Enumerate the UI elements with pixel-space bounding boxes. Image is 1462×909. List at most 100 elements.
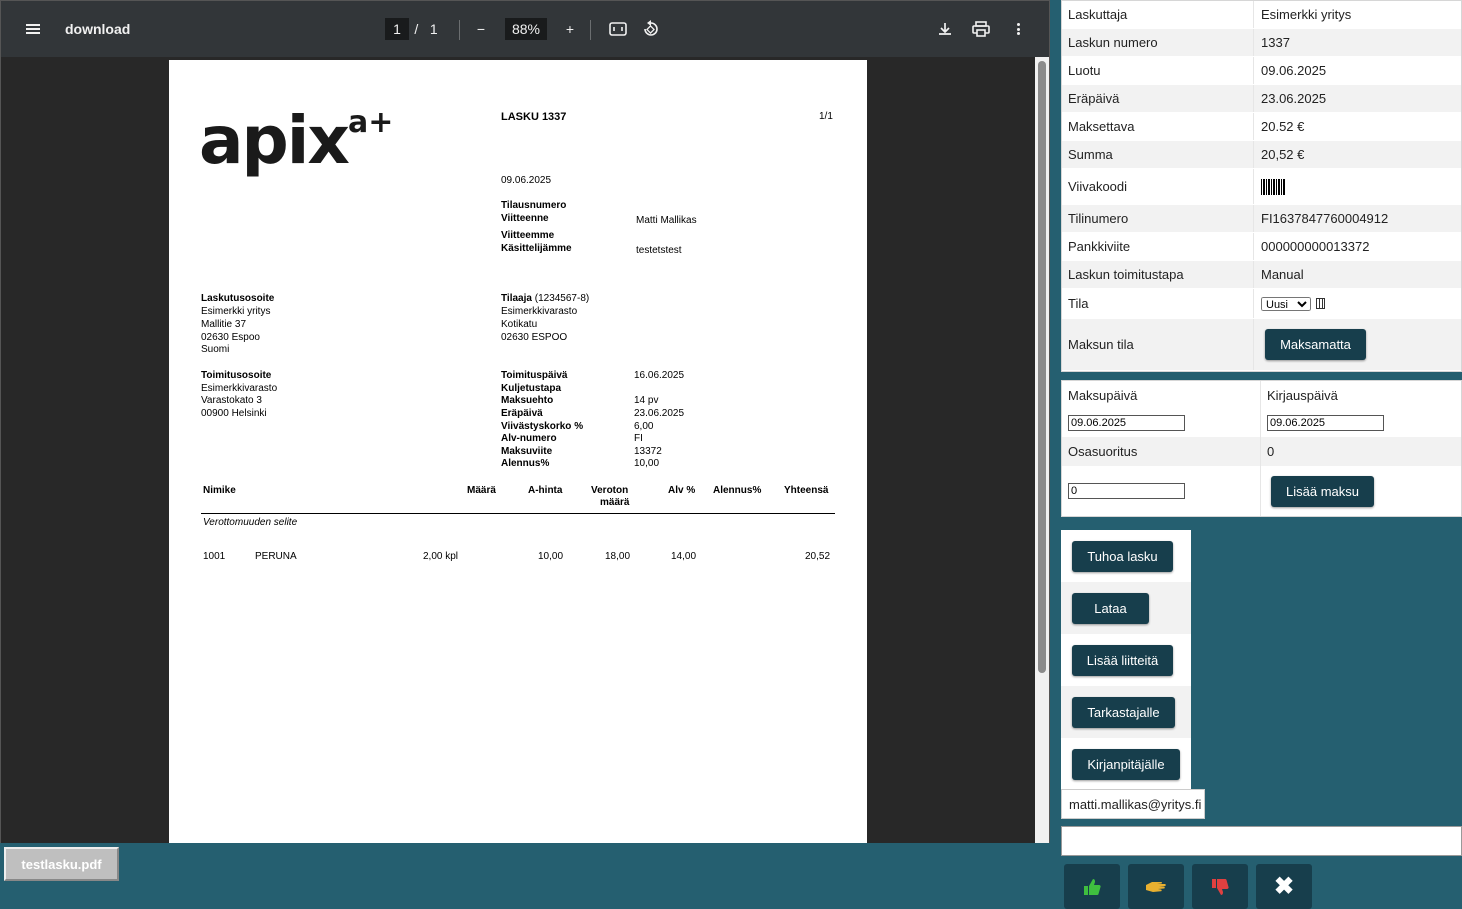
term-value: 14 pv <box>634 395 659 406</box>
payment-date-cell <box>1062 409 1261 437</box>
row-unit-price: 10,00 <box>538 551 564 562</box>
term-value: 6,00 <box>634 421 654 432</box>
page-count: / 1 <box>414 21 438 37</box>
partial-payment-label: Osasuoritus <box>1062 437 1261 466</box>
orderer-line: Esimerkkivarasto <box>501 306 578 317</box>
toolbar-divider <box>459 20 460 40</box>
delegate-button[interactable] <box>1128 864 1184 909</box>
orderer-label: Tilaaja (1234567-8) <box>501 293 590 304</box>
col-header-quantity: Määrä <box>467 485 496 496</box>
info-row: Eräpäivä 23.06.2025 <box>1062 85 1461 113</box>
add-attachments-button[interactable]: Lisää liitteitä <box>1072 644 1173 676</box>
delivery-address-label: Toimitusosoite <box>201 370 272 381</box>
billing-address-label: Laskutusosoite <box>201 293 275 304</box>
reject-button[interactable] <box>1192 864 1248 909</box>
apix-logo: apixa+ <box>199 102 394 179</box>
row-total: 20,52 <box>805 551 831 562</box>
add-payment-button[interactable]: Lisää maksu <box>1271 475 1374 507</box>
term-label: Maksuviite <box>501 446 553 457</box>
info-row: Laskun numero 1337 <box>1062 29 1461 57</box>
payment-date-input[interactable] <box>1068 415 1185 431</box>
file-tab-button[interactable]: testlasku.pdf <box>4 847 119 881</box>
billing-line: Mallitie 37 <box>201 319 247 330</box>
payment-amount-input[interactable] <box>1068 483 1185 499</box>
pdf-viewer: download 1 / 1 − 88% + apixa+ LASKU 1337… <box>0 0 1050 843</box>
close-icon: ✖ <box>1273 873 1295 900</box>
term-label: Maksuehto <box>501 395 554 406</box>
page-indicator: 1/1 <box>819 111 833 122</box>
term-label: Alv-numero <box>501 433 557 444</box>
partial-payment-row: Osasuoritus 0 <box>1062 437 1461 466</box>
col-header-item: Nimike <box>203 485 236 496</box>
booking-date-input[interactable] <box>1267 415 1384 431</box>
close-button[interactable]: ✖ <box>1256 864 1312 909</box>
zoom-out-button[interactable]: − <box>469 1 493 57</box>
amount-cell <box>1062 466 1261 516</box>
order-number-label: Tilausnumero <box>501 200 567 211</box>
col-header-unit-price: A-hinta <box>528 485 563 496</box>
row-name: PERUNA <box>255 551 297 562</box>
billing-line: Suomi <box>201 344 230 355</box>
billing-line: 02630 Espoo <box>201 332 260 343</box>
comment-textarea[interactable] <box>1061 826 1462 856</box>
info-row: Maksettava 20.52 € <box>1062 113 1461 141</box>
row-net: 18,00 <box>605 551 631 562</box>
orderer-line: Kotikatu <box>501 319 538 330</box>
action-row: Lataa <box>1061 582 1191 634</box>
payment-status-cell: Maksamatta <box>1254 319 1461 370</box>
menu-icon[interactable] <box>17 1 49 57</box>
barcode-icon[interactable] <box>1261 178 1285 195</box>
pdf-scrollbar[interactable] <box>1035 57 1049 843</box>
invoice-date: 09.06.2025 <box>501 175 552 186</box>
booking-date-cell <box>1261 409 1461 437</box>
zoom-in-button[interactable]: + <box>558 1 582 57</box>
orderer-line: 02630 ESPOO <box>501 332 568 343</box>
hand-icon <box>1146 881 1166 892</box>
info-row: Tila Uusi <box>1062 289 1461 319</box>
col-header-vat: Alv % <box>668 485 696 496</box>
delivery-line: Esimerkkivarasto <box>201 383 278 394</box>
info-label: Laskun numero <box>1062 29 1254 56</box>
info-label: Pankkiviite <box>1062 233 1254 260</box>
term-label: Viivästyskorko % <box>501 421 584 432</box>
info-value: Manual <box>1261 267 1304 282</box>
add-payment-row: Lisää maksu <box>1062 466 1461 516</box>
toolbar-divider <box>590 20 591 40</box>
fit-page-icon[interactable] <box>605 1 631 57</box>
term-value: 23.06.2025 <box>634 408 685 419</box>
calculator-icon[interactable] <box>1316 298 1325 309</box>
zoom-input[interactable]: 88% <box>503 1 549 57</box>
info-row: Laskun toimitustapa Manual <box>1062 261 1461 289</box>
download-button[interactable]: Lataa <box>1072 592 1149 624</box>
term-label: Kuljetustapa <box>501 383 562 394</box>
rotate-icon[interactable] <box>638 1 664 57</box>
booking-date-label: Kirjauspäivä <box>1267 387 1338 403</box>
send-to-reviewer-button[interactable]: Tarkastajalle <box>1072 696 1175 728</box>
handler-value: testetstest <box>636 245 682 256</box>
info-label: Tila <box>1062 289 1254 318</box>
action-row: Tuhoa lasku <box>1061 530 1191 582</box>
page-number-input[interactable]: 1 <box>384 1 410 57</box>
status-select[interactable]: Uusi <box>1261 296 1311 311</box>
info-value: 000000000013372 <box>1261 239 1370 254</box>
col-header-net: Veroton <box>591 485 629 496</box>
approve-button[interactable] <box>1064 864 1120 909</box>
info-row: Tilinumero FI1637847760004912 <box>1062 205 1461 233</box>
info-row: Maksun tila Maksamatta <box>1062 319 1461 371</box>
download-icon[interactable] <box>932 1 958 57</box>
term-value: 16.06.2025 <box>634 370 685 381</box>
payment-status-button[interactable]: Maksamatta <box>1265 329 1366 360</box>
send-to-accountant-button[interactable]: Kirjanpitäjälle <box>1072 748 1180 780</box>
partial-payment-value: 0 <box>1267 444 1275 459</box>
term-label: Eräpäivä <box>501 408 543 419</box>
delete-invoice-button[interactable]: Tuhoa lasku <box>1072 540 1173 572</box>
info-label: Maksettava <box>1062 113 1254 140</box>
print-icon[interactable] <box>968 1 994 57</box>
thumb-down-icon <box>1212 878 1229 895</box>
barcode-cell <box>1254 169 1461 204</box>
more-options-icon[interactable] <box>1005 1 1031 57</box>
payment-date-label: Maksupäivä <box>1062 381 1261 409</box>
pdf-content[interactable]: apixa+ LASKU 1337 1/1 09.06.2025 Tilausn… <box>1 57 1049 843</box>
info-value: FI1637847760004912 <box>1261 211 1389 226</box>
pdf-toolbar: download 1 / 1 − 88% + <box>1 1 1049 57</box>
